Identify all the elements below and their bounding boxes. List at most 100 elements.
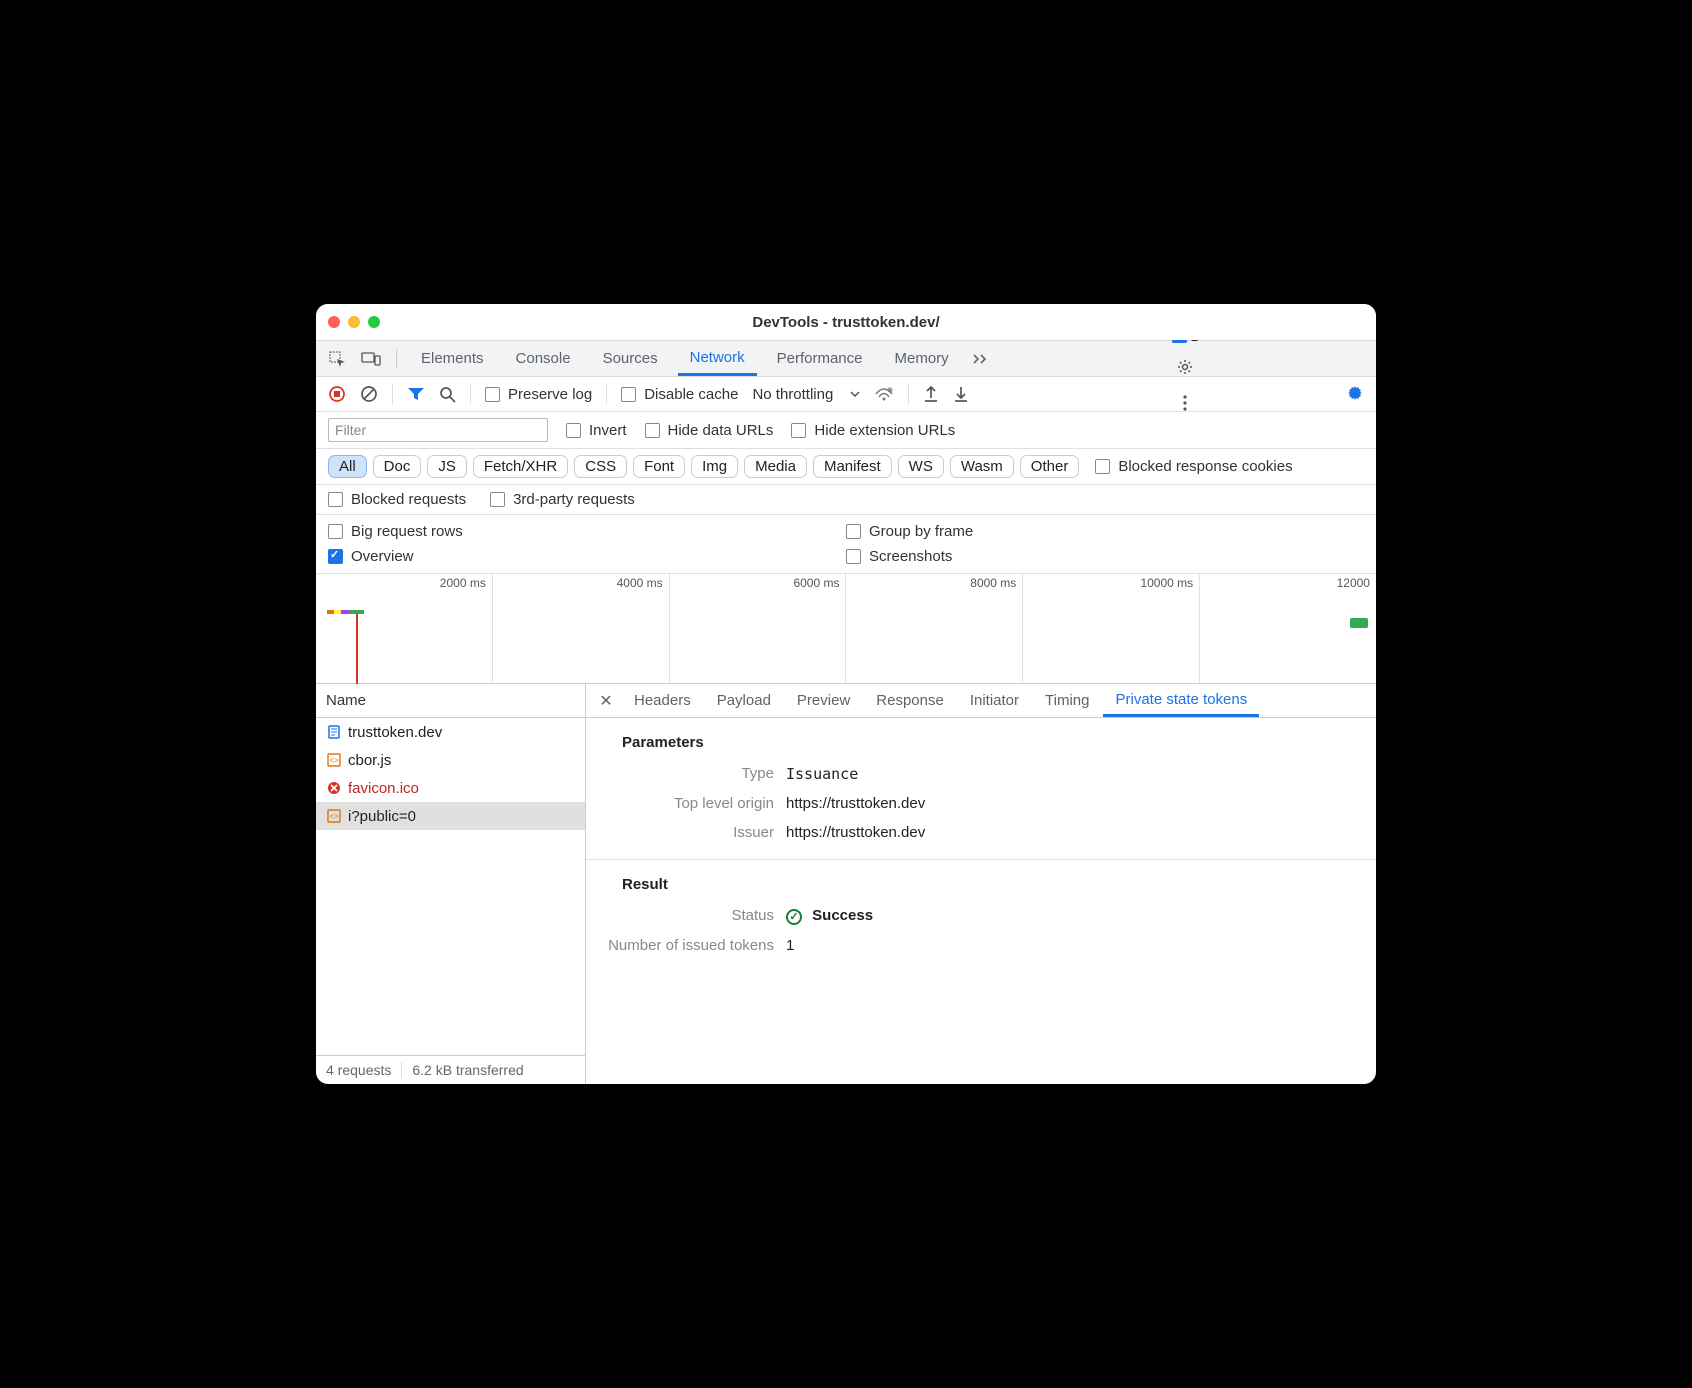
blocked-requests-checkbox[interactable]: Blocked requests — [328, 491, 466, 508]
divider — [606, 384, 607, 404]
screenshots-checkbox[interactable]: Screenshots — [846, 548, 1364, 565]
param-value: 1 — [786, 937, 794, 954]
status-value: Success — [812, 907, 873, 924]
tab-response[interactable]: Response — [864, 684, 956, 717]
big-rows-label: Big request rows — [351, 523, 463, 540]
close-traffic-icon[interactable] — [328, 316, 340, 328]
tick-8000: 8000 ms — [970, 576, 1016, 590]
chip-other[interactable]: Other — [1020, 455, 1080, 478]
request-row[interactable]: <> cbor.js — [316, 746, 585, 774]
blocked-cookies-label: Blocked response cookies — [1118, 458, 1292, 475]
param-value: ✓ Success — [786, 907, 873, 925]
traffic-lights — [328, 316, 380, 328]
device-icon[interactable] — [358, 346, 384, 372]
throttling-value: No throttling — [752, 386, 833, 403]
close-detail-button[interactable]: ✕ — [592, 691, 620, 711]
third-party-label: 3rd-party requests — [513, 491, 635, 508]
network-settings-icon[interactable] — [1346, 385, 1364, 403]
chip-all[interactable]: All — [328, 455, 367, 478]
chip-fetch-xhr[interactable]: Fetch/XHR — [473, 455, 568, 478]
preserve-log-label: Preserve log — [508, 386, 592, 403]
overview-checkbox[interactable]: Overview — [328, 548, 846, 565]
parameters-heading: Parameters — [586, 718, 1376, 759]
column-header-name[interactable]: Name — [316, 684, 585, 718]
chip-css[interactable]: CSS — [574, 455, 627, 478]
request-name: favicon.ico — [348, 780, 419, 797]
request-count: 4 requests — [326, 1062, 391, 1078]
preserve-log-checkbox[interactable]: Preserve log — [485, 386, 592, 403]
tab-elements[interactable]: Elements — [409, 341, 496, 376]
divider — [908, 384, 909, 404]
request-row[interactable]: <> i?public=0 — [316, 802, 585, 830]
request-row[interactable]: trusttoken.dev — [316, 718, 585, 746]
request-name: i?public=0 — [348, 808, 416, 825]
tab-initiator[interactable]: Initiator — [958, 684, 1031, 717]
blocked-cookies-checkbox[interactable]: Blocked response cookies — [1095, 458, 1292, 475]
record-button[interactable] — [328, 385, 346, 403]
group-frame-checkbox[interactable]: Group by frame — [846, 523, 1364, 540]
main-tabs: Elements Console Sources Network Perform… — [316, 340, 1376, 376]
tab-console[interactable]: Console — [504, 341, 583, 376]
invert-label: Invert — [589, 422, 627, 439]
chip-ws[interactable]: WS — [898, 455, 944, 478]
chip-font[interactable]: Font — [633, 455, 685, 478]
filter-input[interactable]: Filter — [328, 418, 548, 442]
import-har-icon[interactable] — [953, 385, 969, 403]
type-filter-row: All Doc JS Fetch/XHR CSS Font Img Media … — [316, 449, 1376, 485]
minimize-traffic-icon[interactable] — [348, 316, 360, 328]
invert-checkbox[interactable]: Invert — [566, 422, 627, 439]
export-har-icon[interactable] — [923, 385, 939, 403]
script-icon: <> — [326, 752, 342, 768]
tab-private-state-tokens[interactable]: Private state tokens — [1103, 684, 1259, 717]
split-view: Name trusttoken.dev <> cbor.js favicon.i… — [316, 684, 1376, 1084]
inspect-icon[interactable] — [324, 346, 350, 372]
param-key: Issuer — [586, 824, 786, 841]
tab-memory[interactable]: Memory — [883, 341, 961, 376]
hide-extension-urls-checkbox[interactable]: Hide extension URLs — [791, 422, 955, 439]
tab-payload[interactable]: Payload — [705, 684, 783, 717]
result-tokens: Number of issued tokens 1 — [586, 931, 1376, 960]
clear-button[interactable] — [360, 385, 378, 403]
titlebar: DevTools - trusttoken.dev/ — [316, 304, 1376, 340]
result-status: Status ✓ Success — [586, 901, 1376, 931]
document-icon — [326, 724, 342, 740]
chip-media[interactable]: Media — [744, 455, 807, 478]
chip-wasm[interactable]: Wasm — [950, 455, 1014, 478]
filter-toggle-icon[interactable] — [407, 386, 425, 402]
tick-4000: 4000 ms — [617, 576, 663, 590]
param-key: Top level origin — [586, 795, 786, 812]
hide-data-urls-checkbox[interactable]: Hide data URLs — [645, 422, 774, 439]
throttling-select[interactable]: No throttling — [752, 386, 859, 403]
divider — [470, 384, 471, 404]
third-party-checkbox[interactable]: 3rd-party requests — [490, 491, 635, 508]
param-value: https://trusttoken.dev — [786, 824, 925, 841]
tab-network[interactable]: Network — [678, 341, 757, 376]
tab-headers[interactable]: Headers — [622, 684, 703, 717]
search-icon[interactable] — [439, 386, 456, 403]
group-frame-label: Group by frame — [869, 523, 973, 540]
more-tabs-icon[interactable] — [969, 346, 995, 372]
disable-cache-label: Disable cache — [644, 386, 738, 403]
request-row[interactable]: favicon.ico — [316, 774, 585, 802]
chip-img[interactable]: Img — [691, 455, 738, 478]
zoom-traffic-icon[interactable] — [368, 316, 380, 328]
settings-gear-icon[interactable] — [1172, 354, 1198, 380]
disable-cache-checkbox[interactable]: Disable cache — [621, 386, 738, 403]
tab-performance[interactable]: Performance — [765, 341, 875, 376]
filter-row: Filter Invert Hide data URLs Hide extens… — [316, 412, 1376, 449]
view-options: Big request rows Overview Group by frame… — [316, 515, 1376, 574]
big-rows-checkbox[interactable]: Big request rows — [328, 523, 846, 540]
timeline-overview[interactable]: 2000 ms 4000 ms 6000 ms 8000 ms 10000 ms… — [316, 574, 1376, 684]
tab-sources[interactable]: Sources — [591, 341, 670, 376]
tab-timing[interactable]: Timing — [1033, 684, 1101, 717]
chip-manifest[interactable]: Manifest — [813, 455, 892, 478]
request-list: Name trusttoken.dev <> cbor.js favicon.i… — [316, 684, 586, 1084]
chip-js[interactable]: JS — [427, 455, 467, 478]
kebab-menu-icon[interactable] — [1172, 390, 1198, 416]
chip-doc[interactable]: Doc — [373, 455, 422, 478]
blocked-requests-label: Blocked requests — [351, 491, 466, 508]
request-name: cbor.js — [348, 752, 391, 769]
network-conditions-icon[interactable] — [874, 386, 894, 402]
tab-preview[interactable]: Preview — [785, 684, 862, 717]
timeline-cursor — [356, 614, 358, 684]
